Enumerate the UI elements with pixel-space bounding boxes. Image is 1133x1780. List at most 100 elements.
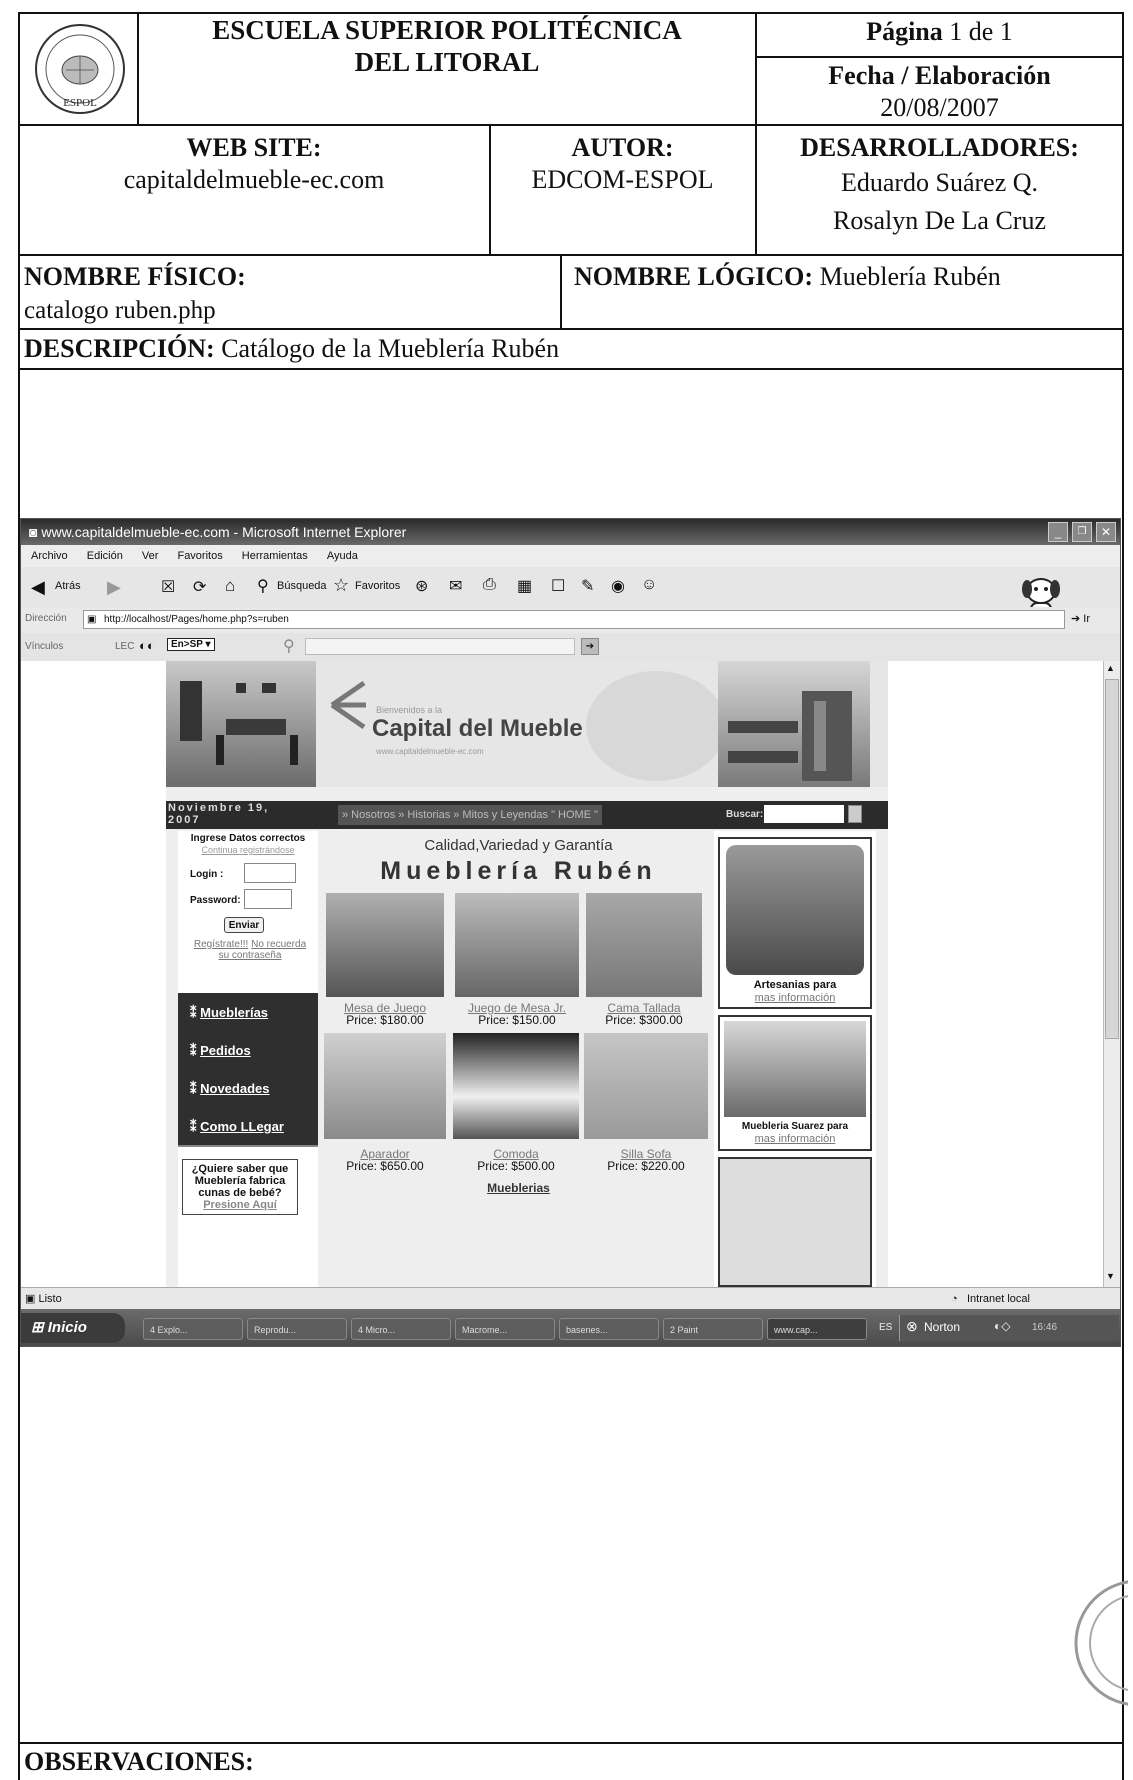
site-search-input[interactable]: [764, 805, 844, 823]
welcome-text: Bienvenidos a la: [376, 705, 443, 715]
product-price: Price: $220.00: [607, 1159, 685, 1173]
menu-ver[interactable]: Ver: [142, 550, 159, 562]
toolbar-search-go[interactable]: ➔: [581, 638, 599, 655]
research-icon[interactable]: ✎: [581, 576, 594, 596]
login-input[interactable]: [244, 863, 296, 883]
developers-label: DESARROLLADORES:: [800, 133, 1079, 162]
close-icon[interactable]: ✕: [1096, 522, 1116, 542]
mail-icon[interactable]: ✉: [449, 576, 462, 596]
norton-label[interactable]: Norton: [924, 1320, 960, 1334]
go-button[interactable]: ➔ Ir: [1071, 612, 1090, 625]
translate-select[interactable]: En>SP ▾: [167, 638, 215, 651]
product-image-silla-sofa[interactable]: [584, 1033, 708, 1139]
tagline: Calidad,Variedad y Garantía: [424, 837, 613, 854]
stop-icon[interactable]: ☒: [161, 577, 175, 597]
bottom-link-mueblerias[interactable]: Mueblerias: [321, 1181, 716, 1195]
website-value: capitaldelmueble-ec.com: [123, 165, 385, 194]
side-card-next[interactable]: [718, 1157, 872, 1287]
product-image-cama[interactable]: [586, 893, 702, 997]
favorites-button[interactable]: Favoritos: [355, 580, 400, 592]
address-input[interactable]: ▣ http://localhost/Pages/home.php?s=rube…: [83, 610, 1065, 629]
favorites-icon[interactable]: ☆: [333, 575, 349, 596]
side-card-muebleria-suarez[interactable]: Muebleria Suarez para mas información: [718, 1015, 872, 1151]
search-icon[interactable]: ⚲: [257, 576, 269, 596]
taskbar-item[interactable]: Macrome...: [455, 1318, 555, 1340]
refresh-icon[interactable]: ⟳: [193, 577, 206, 597]
home-icon[interactable]: ⌂: [225, 576, 235, 596]
start-button[interactable]: ⊞ Inicio: [21, 1313, 125, 1343]
address-bar: Dirección ▣ http://localhost/Pages/home.…: [21, 607, 1120, 633]
nav-links[interactable]: » Nosotros » Historias » Mitos y Leyenda…: [338, 805, 603, 825]
promo-box: ¿Quiere saber que Mueblería fabrica cuna…: [182, 1159, 298, 1215]
discuss-icon[interactable]: ☐: [551, 576, 565, 596]
banner-photo-right: [718, 661, 870, 787]
ie-icon: ◙: [29, 524, 38, 540]
back-icon[interactable]: ◀: [31, 577, 45, 598]
product-image-mesa-juego[interactable]: [326, 893, 444, 997]
menu-pedidos[interactable]: ⁑ Pedidos: [178, 1031, 318, 1071]
menu-novedades[interactable]: ⁑ Novedades: [178, 1069, 318, 1109]
site-nav: Noviembre 19, 2007 » Nosotros » Historia…: [166, 801, 888, 829]
site-banner: Bienvenidos a la Capital del Mueble www.…: [166, 661, 888, 787]
vertical-scrollbar[interactable]: ▲ ▼: [1103, 661, 1120, 1287]
taskbar-item[interactable]: 4 Micro...: [351, 1318, 451, 1340]
media-icon[interactable]: ◉: [611, 576, 625, 596]
norton-icon[interactable]: ⊗: [906, 1318, 918, 1335]
side-card-artesanias[interactable]: Artesanias para mas información: [718, 837, 872, 1009]
login-subtitle[interactable]: Continua registrándose: [178, 845, 318, 855]
menu-ayuda[interactable]: Ayuda: [327, 550, 358, 562]
send-button[interactable]: Enviar: [224, 917, 264, 933]
toolbar-search-icon[interactable]: ⚲: [283, 636, 295, 656]
address-label: Dirección: [25, 613, 67, 624]
developer-1: Eduardo Suárez Q.: [840, 168, 1039, 197]
product-price: Price: $300.00: [605, 1013, 683, 1027]
window-titlebar: ◙ www.capitaldelmueble-ec.com - Microsof…: [21, 519, 1120, 545]
store-title: Mueblería Rubén: [380, 857, 657, 885]
maximize-icon[interactable]: ❐: [1072, 522, 1092, 542]
toolbar-search-input[interactable]: [305, 638, 575, 655]
side-image-artesanias: [726, 845, 864, 975]
menu-herramientas[interactable]: Herramientas: [242, 550, 308, 562]
password-input[interactable]: [244, 889, 292, 909]
side-link[interactable]: mas información: [720, 1133, 870, 1145]
promo-link[interactable]: Presione Aquí: [186, 1199, 294, 1211]
side-link[interactable]: mas información: [720, 992, 870, 1004]
print-icon[interactable]: ⎙: [483, 576, 496, 594]
search-button[interactable]: Búsqueda: [277, 580, 327, 592]
taskbar-item-active[interactable]: www.cap...: [767, 1318, 867, 1340]
taskbar-item[interactable]: Reprodu...: [247, 1318, 347, 1340]
back-button[interactable]: Atrás: [55, 580, 81, 592]
taskbar-item[interactable]: 4 Explo...: [143, 1318, 243, 1340]
language-indicator[interactable]: ES: [879, 1322, 892, 1333]
edit-icon[interactable]: ▦: [517, 576, 532, 596]
menu-archivo[interactable]: Archivo: [31, 550, 68, 562]
menu-edicion[interactable]: Edición: [87, 550, 123, 562]
side-title: Muebleria Suarez para: [741, 1121, 849, 1132]
taskbar-item[interactable]: 2 Paint: [663, 1318, 763, 1340]
taskbar-item[interactable]: basenes...: [559, 1318, 659, 1340]
scroll-thumb[interactable]: [1105, 679, 1119, 1039]
forward-icon[interactable]: ▶: [107, 577, 121, 598]
page-viewport: Bienvenidos a la Capital del Mueble www.…: [21, 661, 1103, 1287]
messenger-icon[interactable]: ☺: [641, 576, 657, 594]
tray-icons[interactable]: ◐◇: [994, 1319, 1010, 1333]
menu-como-llegar[interactable]: ⁑ Como LLegar: [178, 1107, 318, 1147]
product-image-aparador[interactable]: [324, 1033, 446, 1139]
site-search-label: Buscar:: [726, 809, 764, 820]
register-link[interactable]: Regístrate!!!: [194, 939, 248, 950]
scroll-up-icon[interactable]: ▲: [1106, 663, 1115, 673]
banner-photo-left: [166, 661, 316, 787]
site-search-button[interactable]: [848, 805, 862, 823]
side-image-literas: [724, 1021, 866, 1117]
scroll-down-icon[interactable]: ▼: [1106, 1271, 1115, 1281]
product-image-juego-mesa[interactable]: [455, 893, 579, 997]
zone-icon: ◔: [951, 1293, 958, 1305]
history-icon[interactable]: ⊛: [415, 576, 428, 596]
product-image-comoda[interactable]: [453, 1033, 579, 1139]
globe-icon[interactable]: ◐◐: [139, 638, 155, 653]
institution-name-line2: DEL LITORAL: [354, 47, 540, 77]
minimize-icon[interactable]: _: [1048, 522, 1068, 542]
page-number: Página 1 de 1: [866, 17, 1013, 46]
menu-mueblerias[interactable]: ⁑ Mueblerías: [178, 993, 318, 1033]
menu-favoritos[interactable]: Favoritos: [177, 550, 222, 562]
